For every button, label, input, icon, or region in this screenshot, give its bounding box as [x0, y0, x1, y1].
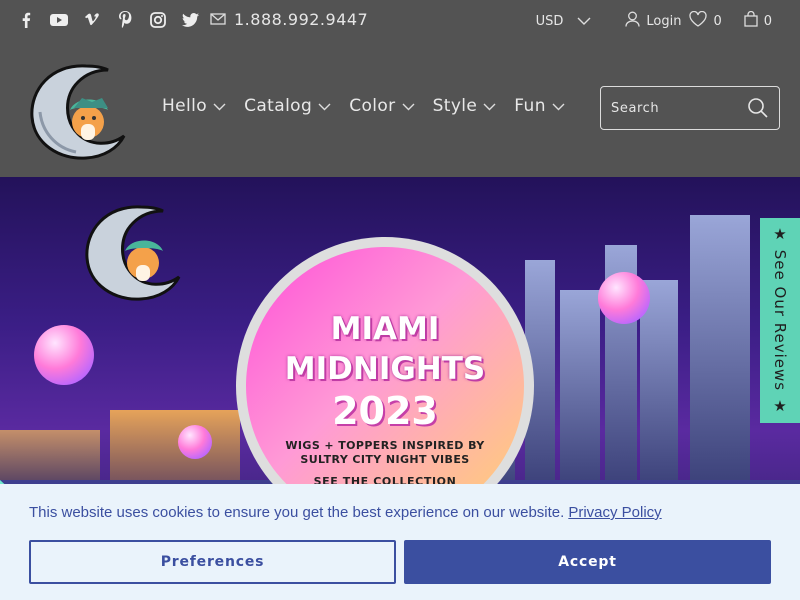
social-links	[16, 10, 200, 29]
reviews-tab-label: ★ See Our Reviews ★	[771, 225, 789, 416]
account-area: USD Login 0 0	[536, 10, 772, 31]
chevron-down-icon	[213, 96, 226, 116]
twitter-icon[interactable]	[181, 10, 200, 29]
phone-link[interactable]: 1.888.992.9447	[210, 10, 368, 29]
facebook-icon[interactable]	[16, 10, 35, 29]
nav-item-catalog[interactable]: Catalog	[244, 96, 331, 116]
nav-item-color[interactable]: Color	[349, 96, 415, 116]
search-input[interactable]	[611, 100, 741, 116]
cookie-message: This website uses cookies to ensure you …	[29, 504, 662, 521]
wishlist-link[interactable]: 0	[689, 10, 722, 31]
pinterest-icon[interactable]	[115, 10, 134, 29]
privacy-policy-link[interactable]: Privacy Policy	[568, 504, 661, 521]
skyline-building	[690, 215, 750, 490]
site-logo[interactable]	[26, 62, 130, 162]
skyline-building	[110, 410, 240, 490]
skyline-building	[560, 290, 600, 490]
hero-subtitle: WIGS + TOPPERS INSPIRED BY SULTRY CITY N…	[285, 439, 485, 466]
nav-item-label: Style	[432, 96, 478, 116]
vimeo-icon[interactable]	[82, 10, 101, 29]
pink-orb	[178, 425, 212, 459]
chevron-down-icon	[318, 96, 331, 116]
mail-icon	[210, 10, 226, 29]
login-link[interactable]: Login	[625, 11, 681, 31]
currency-selector[interactable]: USD	[536, 14, 592, 29]
chevron-down-icon	[577, 14, 591, 29]
pink-orb	[598, 272, 650, 324]
search-box	[600, 86, 780, 130]
hero-title: MIAMI MIDNIGHTS	[284, 311, 486, 387]
nav-item-label: Color	[349, 96, 396, 116]
heart-icon	[689, 10, 708, 31]
search-icon[interactable]	[747, 97, 769, 123]
cookie-banner: This website uses cookies to ensure you …	[0, 484, 800, 600]
hero-year: 2023	[332, 389, 438, 433]
accept-button[interactable]: Accept	[404, 540, 771, 584]
instagram-icon[interactable]	[148, 10, 167, 29]
chevron-down-icon	[552, 96, 565, 116]
cookie-text: This website uses cookies to ensure you …	[29, 504, 565, 521]
currency-label: USD	[535, 13, 564, 29]
site-header: Hello Catalog Color Style Fun	[0, 44, 800, 177]
login-label: Login	[646, 13, 682, 29]
nav-item-label: Fun	[514, 96, 546, 116]
reviews-tab[interactable]: ★ See Our Reviews ★	[760, 218, 800, 423]
preferences-button[interactable]: Preferences	[29, 540, 396, 584]
wishlist-count: 0	[713, 13, 722, 29]
top-bar: 1.888.992.9447 USD Login 0 0	[0, 0, 800, 44]
nav-item-style[interactable]: Style	[433, 96, 497, 116]
youtube-icon[interactable]	[49, 10, 68, 29]
chevron-down-icon	[483, 96, 496, 116]
cart-link[interactable]: 0	[744, 10, 772, 31]
moon-logo-graphic	[78, 203, 188, 303]
chevron-down-icon	[402, 96, 415, 116]
pink-orb	[34, 325, 94, 385]
bag-icon	[744, 10, 758, 31]
main-nav: Hello Catalog Color Style Fun	[162, 96, 565, 116]
user-icon	[625, 11, 641, 31]
phone-number: 1.888.992.9447	[234, 10, 369, 29]
nav-item-fun[interactable]: Fun	[514, 96, 565, 116]
nav-item-label: Catalog	[244, 96, 313, 116]
cart-count: 0	[763, 13, 772, 29]
nav-item-hello[interactable]: Hello	[162, 96, 226, 116]
nav-item-label: Hello	[162, 96, 208, 116]
